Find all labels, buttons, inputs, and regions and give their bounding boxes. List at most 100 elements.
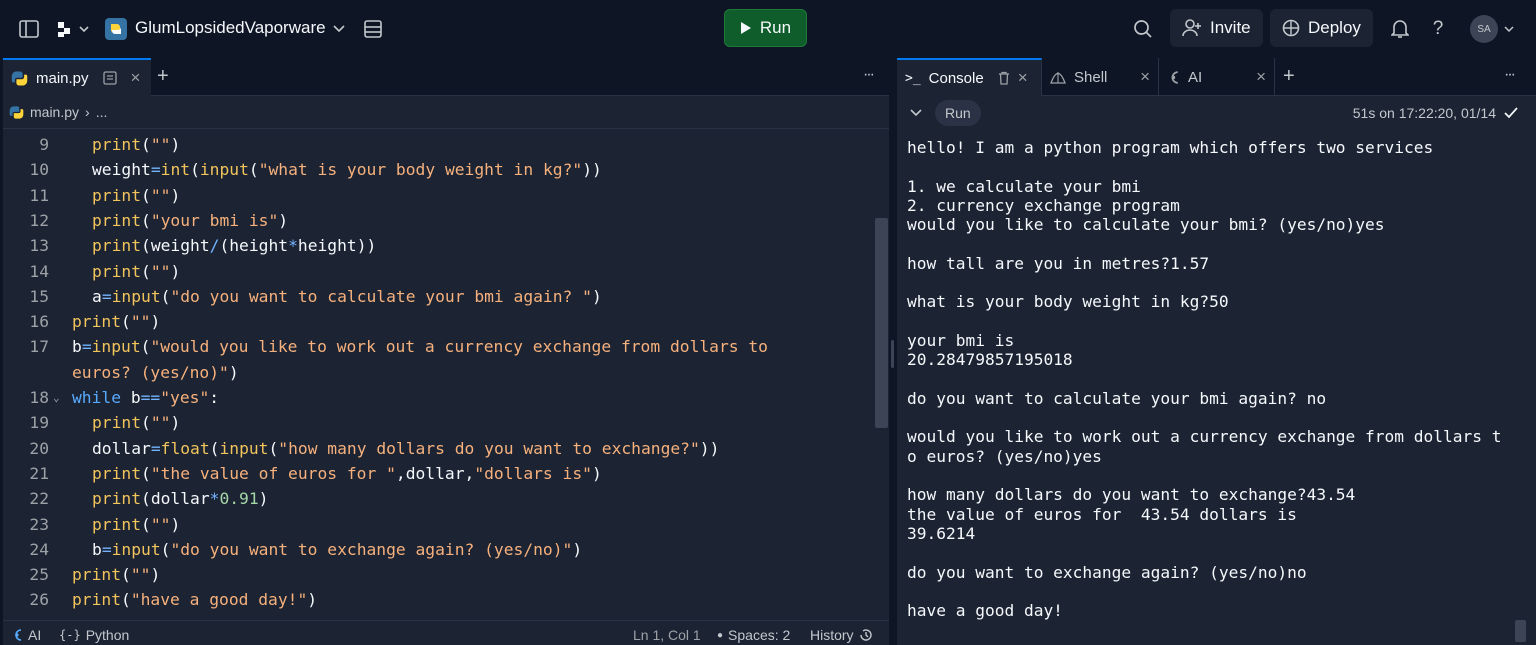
deploy-button[interactable]: Deploy (1270, 9, 1373, 47)
terminal-icon: >_ (905, 70, 921, 86)
line-number: 25 (29, 565, 49, 585)
line-code: print("") (72, 312, 160, 331)
tab-ai[interactable]: AI × (1159, 58, 1275, 96)
code-token: (dollar (141, 489, 210, 509)
code-token: ( (160, 539, 171, 559)
code-line[interactable]: 9 print("") (3, 132, 875, 157)
status-history[interactable]: History (810, 627, 873, 643)
tab-main-py[interactable]: main.py × (3, 58, 151, 96)
run-chip[interactable]: Run (935, 100, 981, 126)
code-token: "would you like to work out a currency e… (150, 337, 768, 357)
code-token: ( (209, 438, 220, 458)
collapse-chevron-icon[interactable] (910, 109, 922, 117)
search-icon[interactable] (1132, 18, 1154, 40)
code-line[interactable]: 12 print("your bmi is") (3, 208, 875, 233)
pane-resize-handle[interactable] (891, 340, 894, 368)
help-icon[interactable]: ? (1428, 17, 1448, 41)
breadcrumb-file[interactable]: main.py (30, 104, 79, 120)
code-line[interactable]: 11 print("") (3, 183, 875, 208)
status-ai[interactable]: AI (11, 627, 41, 643)
line-number: 23 (29, 514, 49, 534)
bell-icon[interactable] (1389, 18, 1411, 40)
code-token: "" (150, 514, 171, 534)
avatar-chevron-icon[interactable] (1503, 24, 1515, 34)
code-token: ( (141, 210, 151, 230)
status-spaces[interactable]: ● Spaces: 2 (717, 627, 790, 643)
add-tab-button[interactable]: + (157, 65, 169, 88)
status-position[interactable]: Ln 1, Col 1 (633, 627, 701, 643)
line-number: 22 (29, 489, 49, 509)
code-line[interactable]: 18 ⌄ while b=="yes": (3, 385, 875, 410)
code-token: print (72, 590, 122, 610)
console-tabstrip: >_ Console × Shell × AI × + ··· (897, 58, 1536, 96)
line-number: 26 (29, 590, 49, 610)
line-code: print("") (92, 515, 180, 534)
close-tab-icon[interactable]: × (1018, 68, 1028, 88)
console-scrollbar[interactable] (1515, 620, 1526, 642)
avatar[interactable]: SA (1470, 15, 1498, 43)
tab-shell[interactable]: Shell × (1042, 58, 1159, 96)
trash-icon[interactable] (998, 71, 1010, 85)
code-token: )) (699, 438, 720, 458)
code-line[interactable]: 24 b=input("do you want to exchange again… (3, 537, 875, 562)
code-token: print (92, 489, 142, 509)
line-code: print(dollar*0.91) (92, 489, 268, 508)
code-line[interactable]: 15 a=input("do you want to calculate your… (3, 284, 875, 309)
chevron-down-icon[interactable] (332, 22, 346, 36)
play-icon (740, 22, 751, 34)
run-timestamp: 51s on 17:22:20, 01/14 (1352, 105, 1496, 121)
status-language[interactable]: {-} Python (59, 627, 129, 643)
editor-scrollbar[interactable] (875, 218, 888, 428)
code-token: while (72, 388, 122, 407)
console-pane: >_ Console × Shell × AI × + ··· Run 51s … (897, 58, 1536, 645)
code-token: "dollars is" (474, 463, 592, 483)
code-line[interactable]: 22 print(dollar*0.91) (3, 486, 875, 511)
database-icon[interactable] (362, 18, 384, 40)
code-token: ( (121, 565, 131, 585)
sidebar-toggle-icon[interactable] (18, 18, 40, 40)
code-token: ) (170, 185, 181, 205)
code-token: ) (170, 135, 181, 154)
line-code: b=input("do you want to exchange again? … (92, 540, 582, 559)
code-line[interactable]: 19 print("") (3, 410, 875, 435)
repl-name[interactable]: GlumLopsidedVaporware (135, 18, 326, 38)
code-line[interactable]: 23 print("") (3, 512, 875, 537)
tab-shell-label: Shell (1074, 68, 1108, 86)
code-line[interactable]: 10 weight=int(input("what is your body we… (3, 157, 875, 182)
close-tab-icon[interactable]: × (1256, 67, 1266, 87)
console-output[interactable]: hello! I am a python program which offer… (907, 138, 1507, 620)
invite-button[interactable]: Invite (1170, 9, 1263, 47)
code-line[interactable]: 21 print("the value of euros for ",dollar… (3, 461, 875, 486)
python-file-icon (11, 71, 28, 85)
code-line[interactable]: 17 b=input("would you like to work out a … (3, 334, 875, 359)
run-chip-label: Run (945, 105, 971, 121)
code-token: ) (170, 514, 181, 534)
code-line[interactable]: 14 print("") (3, 259, 875, 284)
code-line[interactable]: 25 print("") (3, 562, 875, 587)
line-number: 24 (29, 539, 49, 559)
code-token: print (92, 135, 142, 154)
run-button[interactable]: Run (724, 9, 807, 47)
code-line[interactable]: 20 dollar=float(input("how many dollars d… (3, 436, 875, 461)
add-tab-button[interactable]: + (1283, 65, 1295, 88)
code-line[interactable]: 16 print("") (3, 309, 875, 334)
code-editor[interactable]: 9 print("") 10 weight=int(input("what is yo… (3, 130, 875, 618)
code-token: print (92, 514, 142, 534)
file-options-icon[interactable] (102, 71, 117, 85)
workspace-icon[interactable] (56, 18, 92, 40)
code-line[interactable]: 26 print("have a good day!") (3, 587, 875, 612)
fold-chevron-icon[interactable]: ⌄ (53, 391, 60, 404)
close-tab-icon[interactable]: × (1140, 67, 1150, 87)
code-token: "the value of euros for " (150, 463, 396, 483)
code-token: : (209, 388, 220, 407)
line-code: while b=="yes": (72, 388, 219, 407)
console-more-button[interactable]: ··· (1504, 66, 1516, 84)
code-token: * (288, 236, 298, 256)
editor-more-button[interactable]: ··· (863, 66, 875, 84)
close-tab-icon[interactable]: × (131, 68, 141, 88)
breadcrumb-more[interactable]: ... (96, 104, 108, 120)
code-line[interactable]: euros? (yes/no)") (3, 360, 875, 385)
code-line[interactable]: 13 print(weight/(height*height)) (3, 233, 875, 258)
line-code: print("") (92, 262, 180, 281)
tab-console[interactable]: >_ Console × (897, 58, 1042, 96)
